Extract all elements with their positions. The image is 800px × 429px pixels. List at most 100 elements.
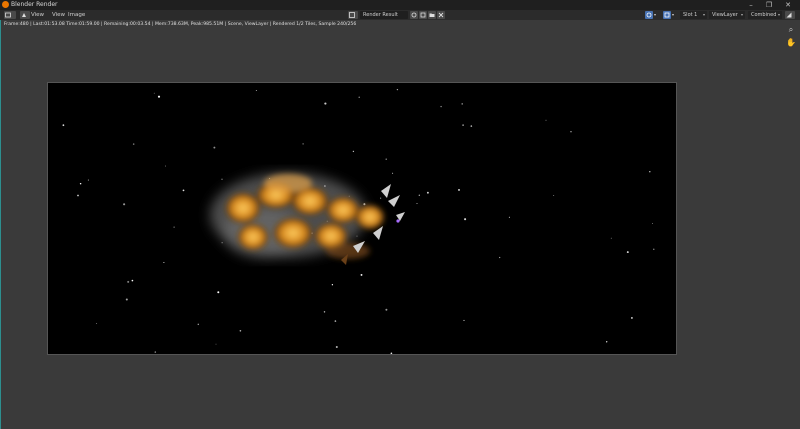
unlink-image-button[interactable] [437,11,445,19]
star [125,298,128,301]
star [358,96,360,98]
editor-type-button[interactable] [4,11,16,19]
star [426,191,429,194]
minimize-icon[interactable]: – [744,0,758,10]
star [77,194,79,197]
star [197,323,200,326]
star [630,316,633,319]
display-channels-button[interactable] [785,11,795,19]
overlays-button[interactable] [645,11,653,19]
star [173,226,175,228]
slot-dropdown[interactable]: Slot 1 ▾ [680,11,707,19]
render-image [62,88,655,354]
render-pass-dropdown[interactable]: Combined ▾ [748,11,782,19]
open-image-button[interactable] [428,11,436,19]
star [418,194,420,196]
star [352,150,355,153]
star [153,92,155,94]
star [215,343,217,345]
image-editor-icon [5,12,11,18]
star [79,182,82,185]
star [182,189,185,192]
star [545,119,547,121]
gizmo-button[interactable] [663,11,671,19]
fake-user-button[interactable] [410,11,418,19]
star [553,195,555,196]
star [626,251,629,254]
star [324,102,327,105]
star [499,256,501,259]
menu-view-2[interactable]: View [52,11,65,19]
star [470,125,473,127]
star [302,143,304,145]
gizmo-dropdown-icon[interactable]: ▾ [672,11,674,19]
color-channels-icon [786,12,792,18]
pan-hand-icon[interactable]: ✋ [786,38,796,48]
mode-button[interactable] [20,11,30,19]
star [132,143,135,145]
render-status-line: Frame:480 | Last:01:53.08 Time:01:59.00 … [4,22,357,27]
star [335,345,338,349]
menu-image[interactable]: Image [68,11,85,19]
star [649,170,651,173]
browse-image-button[interactable] [348,11,358,19]
x-icon [438,12,444,18]
star [87,179,89,181]
star [462,124,464,126]
chevron-down-icon: ▾ [740,12,743,17]
star [62,124,65,127]
star [396,88,399,91]
chevron-down-icon: ▾ [777,12,780,17]
star [123,203,126,206]
star [458,188,460,191]
overlays-dropdown-icon[interactable]: ▾ [654,11,656,19]
slot-label: Slot 1 [683,12,698,18]
chevron-down-icon: ▾ [702,12,705,17]
star [380,197,382,199]
zoom-icon[interactable]: ⌕ [786,25,796,35]
star [652,222,653,224]
star [127,280,130,283]
star [606,341,608,343]
title-bar: Blender Render – ❐ ✕ [0,0,800,10]
render-pass-label: Combined [751,12,777,18]
gizmo-icon [664,12,670,18]
star [163,261,165,264]
star [610,237,612,239]
image-name-field[interactable]: Render Result [360,11,408,19]
star [390,352,393,354]
view-layer-label: ViewLayer [712,12,738,18]
star [96,323,98,324]
view-layer-dropdown[interactable]: ViewLayer ▾ [709,11,745,19]
left-border [0,20,1,429]
star [360,273,363,276]
star [570,131,572,133]
render-result-canvas[interactable] [47,82,677,355]
close-icon[interactable]: ✕ [781,0,795,10]
star [440,105,442,108]
star [416,202,418,204]
star [221,178,223,180]
star [255,90,257,91]
star [221,242,223,244]
window-title: Blender Render [11,1,58,8]
maximize-icon[interactable]: ❐ [762,0,776,10]
star [392,172,394,174]
star [217,291,220,294]
new-image-button[interactable] [419,11,427,19]
star [463,319,465,321]
star [508,216,510,218]
star [464,218,467,221]
star [331,284,334,286]
shield-icon [411,12,417,18]
menu-view[interactable]: View [31,11,44,19]
star [334,320,337,322]
star [154,351,157,353]
blender-logo-icon [2,1,9,8]
star [157,95,161,98]
folder-icon [429,13,435,17]
star [385,158,387,160]
star [385,308,388,311]
duplicate-icon [420,12,426,18]
star [164,165,166,167]
